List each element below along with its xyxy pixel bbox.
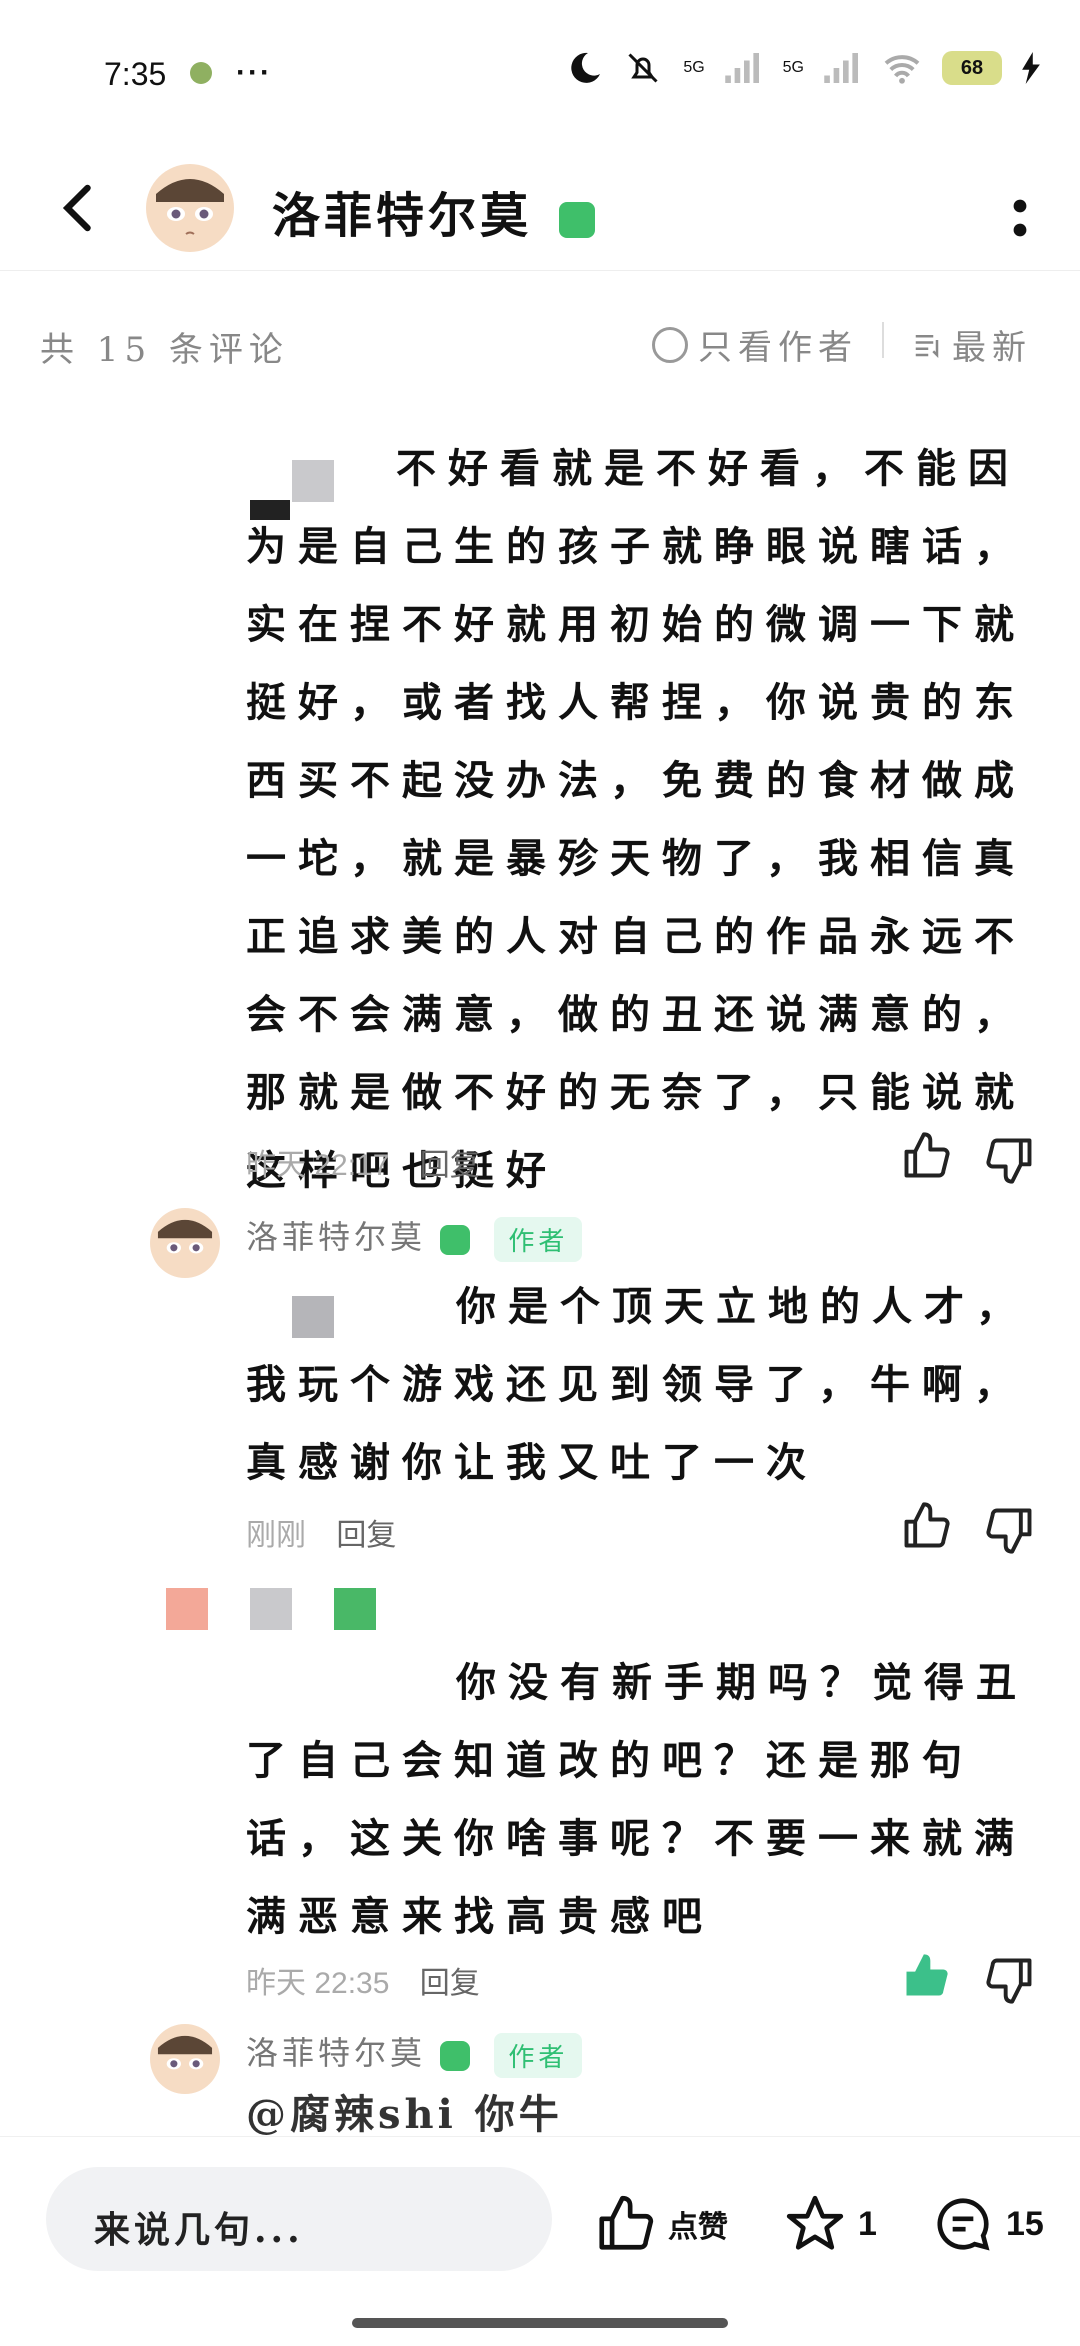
- like-label: 点赞: [668, 2210, 728, 2245]
- comment-text: 你是个顶天立地的人才，我玩个游戏还见到领导了，牛啊，真感谢你让我又吐了一次: [246, 1283, 1028, 1486]
- app-notification-icon: [190, 62, 212, 84]
- top-header: 洛菲特尔莫: [0, 150, 1080, 271]
- back-arrow-icon[interactable]: [50, 178, 110, 238]
- thumbs-down-icon[interactable]: [984, 1134, 1036, 1186]
- toolbar-divider: [882, 322, 884, 358]
- sort-latest-button[interactable]: 最新: [912, 320, 1032, 369]
- home-indicator[interactable]: [352, 2318, 728, 2328]
- comment-meta: 昨天 22:17 回复: [246, 1140, 480, 1184]
- reply-username: 洛菲特尔莫 作者: [246, 1212, 583, 1262]
- comments-toolbar: 共 15 条评论 只看作者 最新: [0, 310, 1080, 370]
- thumbs-up-icon[interactable]: [900, 1130, 952, 1182]
- signal-5g-2: 5G: [782, 59, 804, 76]
- avatar-face-icon: [157, 2035, 213, 2070]
- comment-time: 昨天 22:17: [246, 1149, 390, 1182]
- thumbs-down-icon[interactable]: [984, 1504, 1036, 1556]
- status-icons: 5G 5G 68: [567, 50, 1040, 86]
- redacted-block: [334, 1588, 376, 1630]
- signal-icon: [724, 53, 759, 83]
- thumbs-up-icon: [599, 2195, 654, 2250]
- redacted-block: [166, 1588, 208, 1630]
- comment-bubble-icon: [937, 2198, 990, 2251]
- only-author-label: 只看作者: [698, 328, 858, 368]
- comment-count: 15: [1006, 2204, 1044, 2243]
- battery-indicator: 68: [942, 51, 1002, 85]
- verified-badge-icon: [440, 2040, 471, 2071]
- reply-username: 洛菲特尔莫 作者: [246, 2028, 583, 2078]
- comment-meta: 昨天 22:35 回复: [246, 1958, 480, 2002]
- comment-time: 昨天 22:35: [246, 1967, 390, 2000]
- star-icon: [786, 2195, 844, 2250]
- verified-badge-icon: [440, 1224, 471, 1255]
- comment-time: 刚刚: [246, 1519, 306, 1552]
- comment-input-placeholder: 来说几句...: [94, 2209, 304, 2251]
- comment-input[interactable]: 来说几句...: [46, 2167, 552, 2271]
- reply-avatar[interactable]: [150, 2024, 220, 2094]
- like-button[interactable]: 点赞: [594, 2193, 728, 2255]
- signal-5g-1: 5G: [683, 59, 705, 76]
- more-options-icon[interactable]: [1000, 186, 1040, 246]
- comment-count-label: 共 15 条评论: [40, 330, 289, 370]
- favorite-count: 1: [858, 2204, 877, 2243]
- latest-label: 最新: [952, 328, 1032, 368]
- author-tag: 作者: [494, 1217, 583, 1262]
- comment-text: @腐辣shi 你牛: [246, 2091, 563, 2136]
- avatar-face-icon: [157, 1219, 213, 1254]
- sort-list-icon: [915, 334, 939, 358]
- reply-button[interactable]: 回复: [336, 1518, 396, 1553]
- thumbs-down-icon[interactable]: [984, 1954, 1036, 2006]
- thumbs-up-liked-icon[interactable]: [900, 1950, 952, 2002]
- favorite-button[interactable]: 1: [784, 2193, 877, 2255]
- avatar-face-icon: [156, 179, 224, 235]
- more-notifications-icon: ···: [236, 56, 272, 89]
- username-text: 洛菲特尔莫: [246, 1218, 427, 1256]
- reply-button[interactable]: 回复: [420, 1148, 480, 1183]
- thumbs-up-icon[interactable]: [900, 1500, 952, 1552]
- moon-icon: [571, 52, 601, 83]
- reply-button[interactable]: 回复: [420, 1966, 480, 2001]
- comment-text: 不好看就是不好看，不能因为是自己生的孩子就睁眼说瞎话，实在捏不好就用初始的微调一…: [246, 445, 1026, 1194]
- author-name-text: 洛菲特尔莫: [272, 188, 533, 244]
- author-name: 洛菲特尔莫: [272, 176, 595, 246]
- comment-item: 洛菲特尔莫 作者 @腐辣shi 你牛: [0, 2016, 1080, 2136]
- redacted-block: [250, 1588, 292, 1630]
- only-author-toggle[interactable]: 只看作者: [652, 320, 858, 369]
- radio-circle-icon: [652, 326, 688, 363]
- wifi-icon: [884, 55, 920, 84]
- comments-button[interactable]: 15: [932, 2193, 1044, 2255]
- charging-icon: [1022, 52, 1040, 84]
- comment-text: 你没有新手期吗？觉得丑了自己会知道改的吧？还是那句话，这关你啥事呢？不要一来就满…: [246, 1659, 1028, 1940]
- bottom-bar: 来说几句... 点赞 1 15: [0, 2136, 1080, 2346]
- author-tag: 作者: [494, 2033, 583, 2078]
- comment-meta: 刚刚 回复: [246, 1510, 396, 1554]
- author-avatar[interactable]: [146, 164, 234, 252]
- reply-avatar[interactable]: [150, 1208, 220, 1278]
- status-time: 7:35: [104, 56, 167, 92]
- verified-badge-icon: [558, 201, 595, 238]
- mute-icon: [628, 53, 658, 83]
- username-text: 洛菲特尔莫: [246, 2034, 427, 2072]
- signal-icon-2: [824, 53, 858, 83]
